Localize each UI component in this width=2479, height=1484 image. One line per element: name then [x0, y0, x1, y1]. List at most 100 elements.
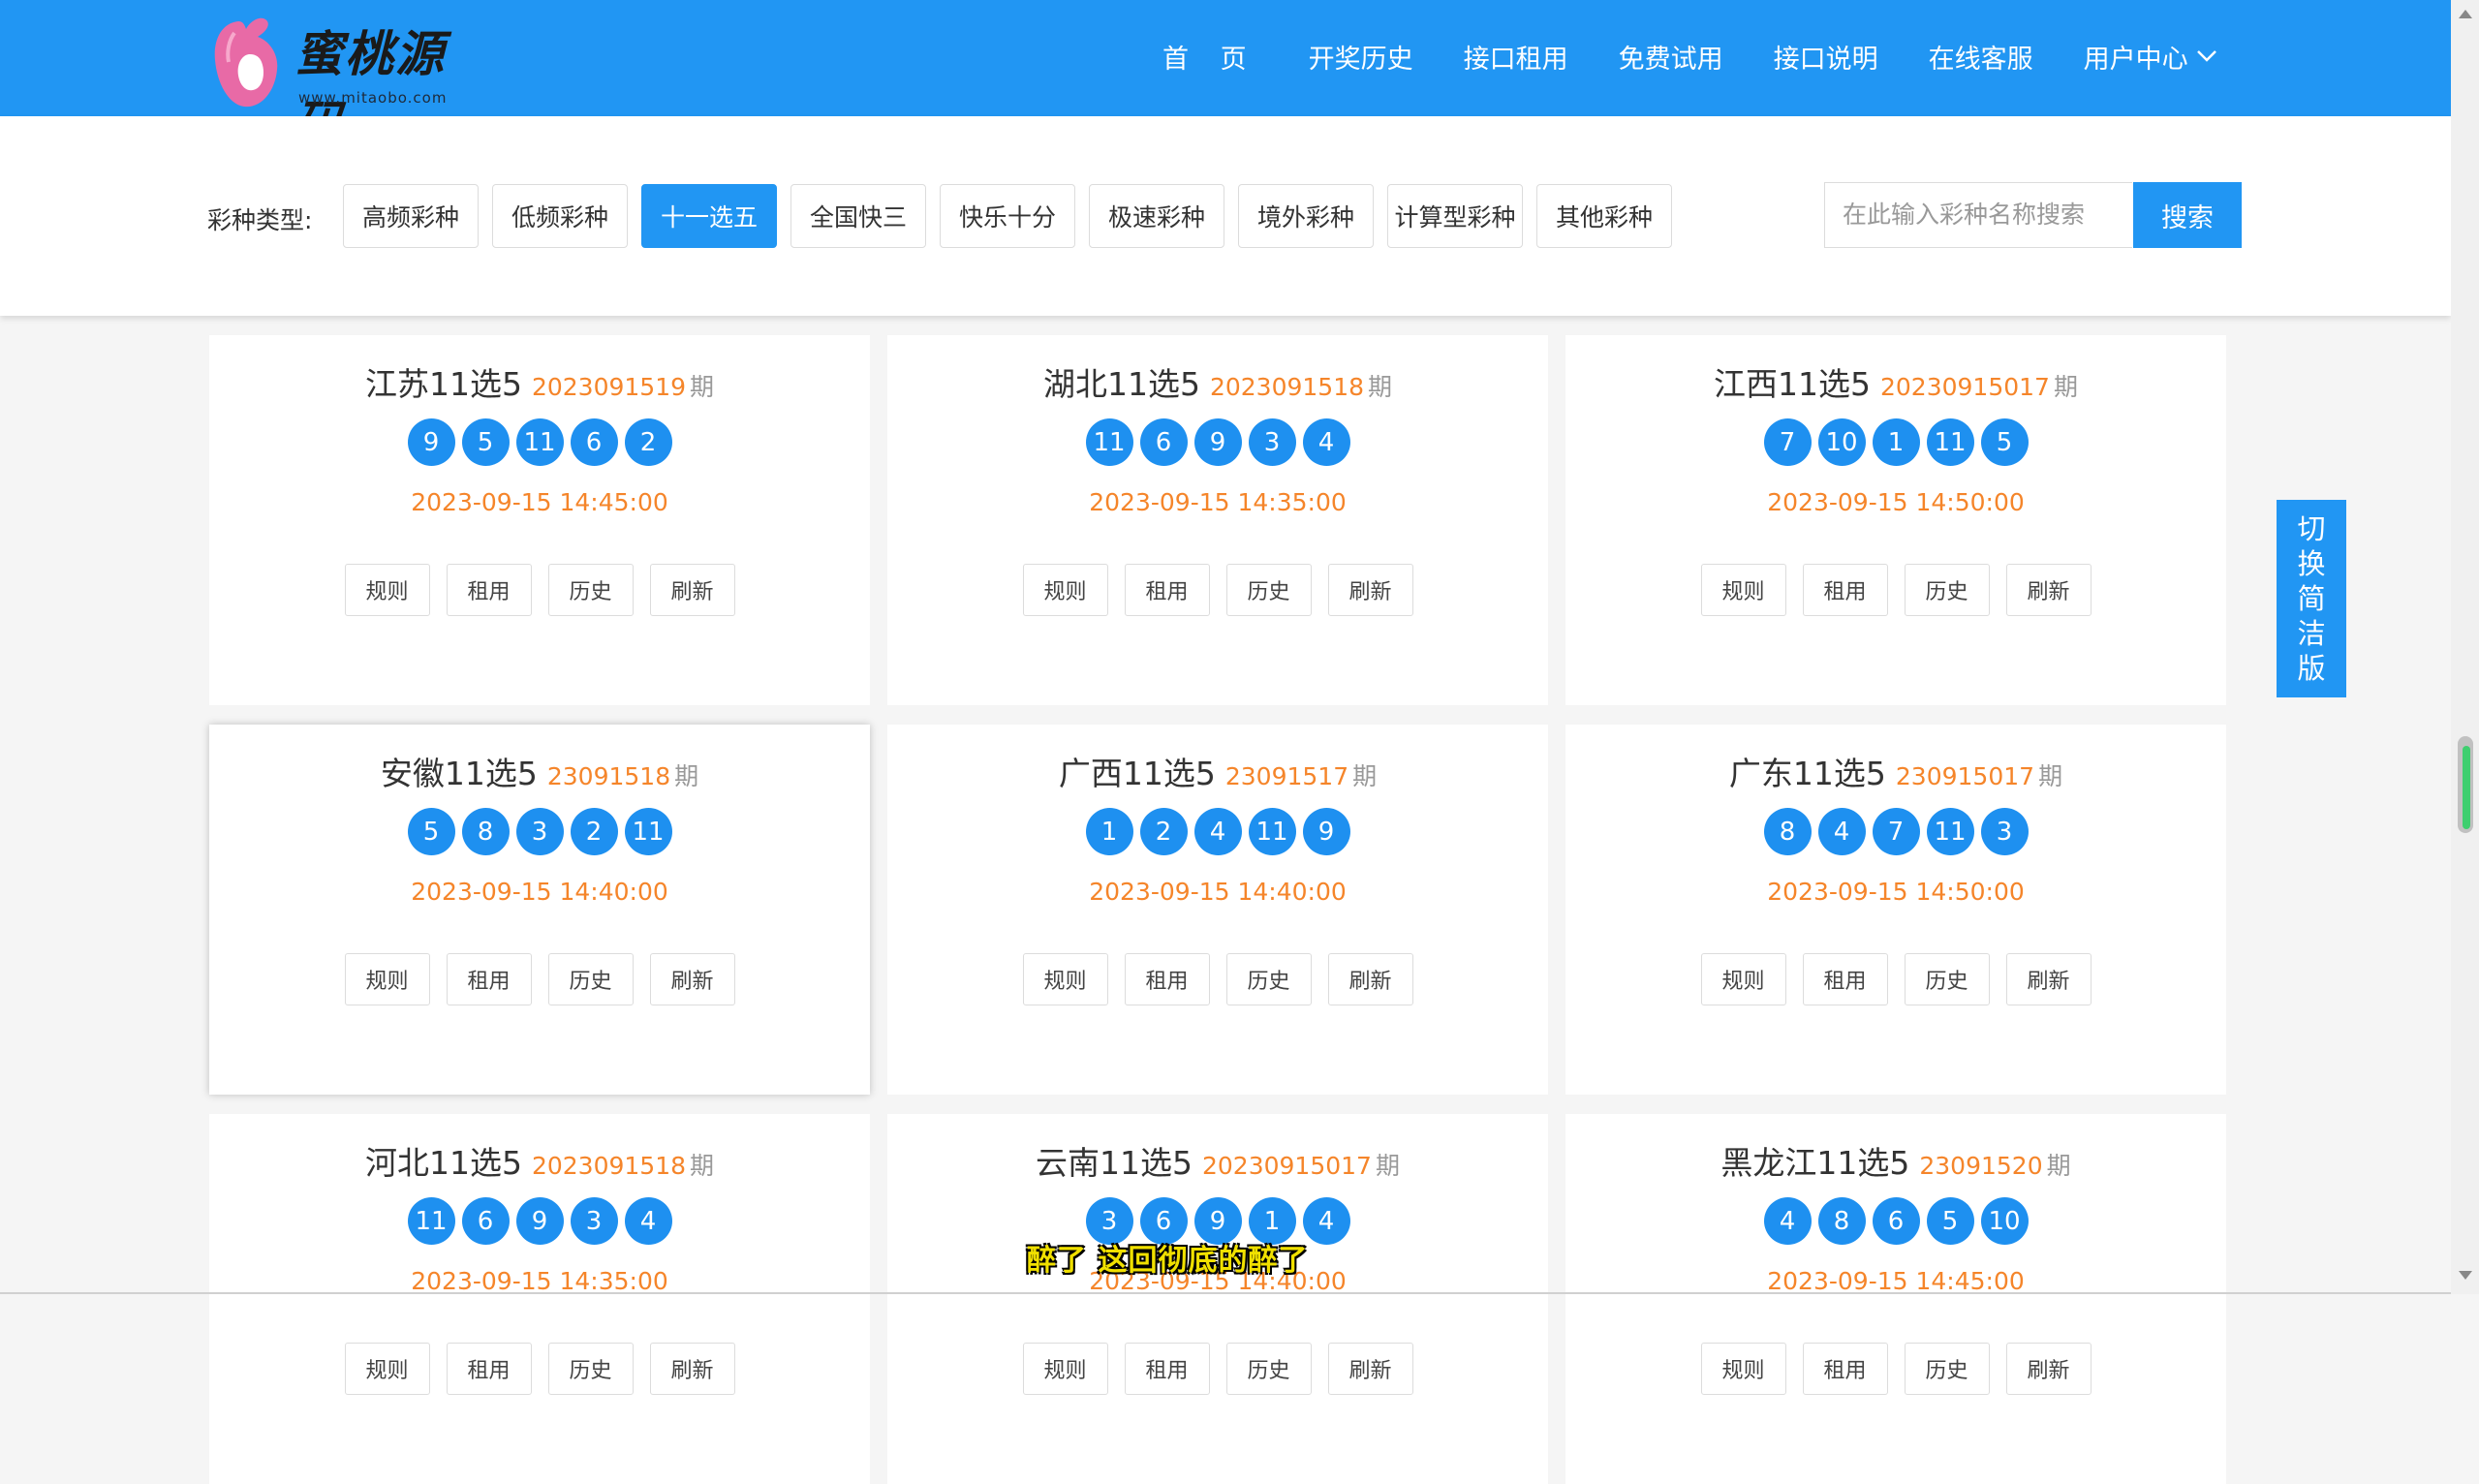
- history-button[interactable]: 历史: [1225, 564, 1312, 616]
- side-char: 洁: [2297, 617, 2326, 650]
- type-speed[interactable]: 极速彩种: [1089, 184, 1224, 248]
- draw-ball: 1: [1085, 808, 1133, 855]
- rent-button[interactable]: 租用: [1802, 564, 1888, 616]
- lottery-name: 江西11选5: [1714, 365, 1871, 403]
- type-computed[interactable]: 计算型彩种: [1387, 184, 1523, 248]
- rent-button[interactable]: 租用: [446, 1343, 532, 1395]
- rule-button[interactable]: 规则: [1700, 953, 1786, 1005]
- side-char: 切: [2297, 512, 2326, 545]
- rule-button[interactable]: 规则: [344, 1343, 430, 1395]
- switch-simple-version-button[interactable]: 切 换 简 洁 版: [2277, 500, 2346, 697]
- history-button[interactable]: 历史: [547, 1343, 634, 1395]
- history-button[interactable]: 历史: [547, 953, 634, 1005]
- draw-time: 2023-09-15 14:35:00: [411, 1267, 668, 1295]
- rule-button[interactable]: 规则: [1022, 953, 1108, 1005]
- draw-ball: 2: [570, 808, 618, 855]
- scroll-up-arrow-icon[interactable]: [2459, 10, 2472, 18]
- draw-ball: 6: [1872, 1197, 1920, 1245]
- lottery-name: 安徽11选5: [380, 755, 538, 792]
- rule-button[interactable]: 规则: [344, 564, 430, 616]
- type-high-freq[interactable]: 高频彩种: [343, 184, 479, 248]
- scroll-down-arrow-icon[interactable]: [2459, 1271, 2472, 1280]
- period-suffix: 期: [1368, 373, 1393, 401]
- refresh-button[interactable]: 刷新: [2005, 1343, 2092, 1395]
- period-number: 23091520: [1919, 1152, 2043, 1180]
- refresh-button[interactable]: 刷新: [1327, 953, 1413, 1005]
- rent-button[interactable]: 租用: [1124, 1343, 1210, 1395]
- rent-button[interactable]: 租用: [1802, 953, 1888, 1005]
- rent-button[interactable]: 租用: [1124, 564, 1210, 616]
- history-button[interactable]: 历史: [1904, 953, 1990, 1005]
- rule-button[interactable]: 规则: [1700, 1343, 1786, 1395]
- video-subtitle: 醉了 这回彻底的醉了: [1027, 1244, 1309, 1278]
- type-k3[interactable]: 全国快三: [790, 184, 926, 248]
- side-char: 简: [2297, 582, 2326, 615]
- history-button[interactable]: 历史: [1225, 1343, 1312, 1395]
- rule-button[interactable]: 规则: [1700, 564, 1786, 616]
- vertical-scrollbar[interactable]: [2451, 0, 2479, 1294]
- history-button[interactable]: 历史: [547, 564, 634, 616]
- nav-user-center-label: 用户中心: [2083, 44, 2188, 75]
- refresh-button[interactable]: 刷新: [649, 1343, 735, 1395]
- draw-ball: 3: [1248, 418, 1296, 466]
- refresh-button[interactable]: 刷新: [1327, 1343, 1413, 1395]
- draw-ball: 4: [1193, 808, 1242, 855]
- lottery-card: 江苏11选5 2023091519 期 9 5 11 6 2 2023-09-15 14:45:…: [209, 335, 870, 705]
- draw-ball: 7: [1763, 418, 1812, 466]
- draw-time: 2023-09-15 14:35:00: [1089, 488, 1347, 516]
- refresh-button[interactable]: 刷新: [2005, 564, 2092, 616]
- type-low-freq[interactable]: 低频彩种: [492, 184, 628, 248]
- draw-ball: 6: [1139, 418, 1188, 466]
- card-header: 广西11选5 23091517 期: [887, 748, 1548, 794]
- rule-button[interactable]: 规则: [344, 953, 430, 1005]
- lottery-card: 黑龙江11选5 23091520 期 4 8 6 5 10 2023-09-15 14:45:0…: [1565, 1114, 2226, 1484]
- type-overseas[interactable]: 境外彩种: [1238, 184, 1374, 248]
- nav-docs[interactable]: 接口说明: [1774, 38, 1878, 76]
- refresh-button[interactable]: 刷新: [649, 564, 735, 616]
- card-actions: 规则 租用 历史 刷新: [1565, 1343, 2226, 1395]
- draw-ball: 4: [1763, 1197, 1812, 1245]
- period-suffix: 期: [1352, 762, 1378, 790]
- rent-button[interactable]: 租用: [1802, 1343, 1888, 1395]
- card-header: 河北11选5 2023091518 期: [209, 1137, 870, 1184]
- rule-button[interactable]: 规则: [1022, 1343, 1108, 1395]
- card-actions: 规则 租用 历史 刷新: [887, 953, 1548, 1005]
- rent-button[interactable]: 租用: [1124, 953, 1210, 1005]
- draw-ball: 3: [515, 808, 564, 855]
- nav-user-center[interactable]: 用户中心: [2084, 38, 2217, 76]
- card-actions: 规则 租用 历史 刷新: [209, 1343, 870, 1395]
- rule-button[interactable]: 规则: [1022, 564, 1108, 616]
- nav-service[interactable]: 在线客服: [1929, 38, 2033, 76]
- draw-time: 2023-09-15 14:40:00: [411, 878, 668, 906]
- side-char: 换: [2297, 547, 2326, 580]
- nav-history[interactable]: 开奖历史: [1309, 38, 1413, 76]
- draw-balls: 1 2 4 11 9: [887, 808, 1548, 855]
- history-button[interactable]: 历史: [1904, 564, 1990, 616]
- period-suffix: 期: [690, 373, 715, 401]
- nav-trial[interactable]: 免费试用: [1619, 38, 1723, 76]
- rent-button[interactable]: 租用: [446, 564, 532, 616]
- nav-home[interactable]: 首 页: [1162, 38, 1258, 76]
- draw-ball: 2: [1139, 808, 1188, 855]
- lottery-card: 河北11选5 2023091518 期 11 6 9 3 4 2023-09-15 14:35:…: [209, 1114, 870, 1484]
- type-other[interactable]: 其他彩种: [1536, 184, 1672, 248]
- draw-balls: 9 5 11 6 2: [209, 418, 870, 466]
- refresh-button[interactable]: 刷新: [2005, 953, 2092, 1005]
- nav-rent[interactable]: 接口租用: [1464, 38, 1568, 76]
- history-button[interactable]: 历史: [1225, 953, 1312, 1005]
- card-actions: 规则 租用 历史 刷新: [1565, 953, 2226, 1005]
- type-11x5[interactable]: 十一选五: [641, 184, 777, 248]
- card-actions: 规则 租用 历史 刷新: [1565, 564, 2226, 616]
- refresh-button[interactable]: 刷新: [649, 953, 735, 1005]
- draw-time: 2023-09-15 14:45:00: [411, 488, 668, 516]
- site-logo[interactable]: 蜜桃源码 www.mitaobo.com: [211, 12, 463, 152]
- type-kl10[interactable]: 快乐十分: [940, 184, 1075, 248]
- history-button[interactable]: 历史: [1904, 1343, 1990, 1395]
- search-input[interactable]: 在此输入彩种名称搜索: [1824, 182, 2132, 248]
- rent-button[interactable]: 租用: [446, 953, 532, 1005]
- search-button[interactable]: 搜索: [2133, 182, 2242, 248]
- scroll-thumb-highlight: [2463, 746, 2470, 829]
- period-suffix: 期: [2053, 373, 2078, 401]
- main-nav: 首 页 开奖历史 接口租用 免费试用 接口说明 在线客服 用户中心: [1162, 0, 2268, 112]
- refresh-button[interactable]: 刷新: [1327, 564, 1413, 616]
